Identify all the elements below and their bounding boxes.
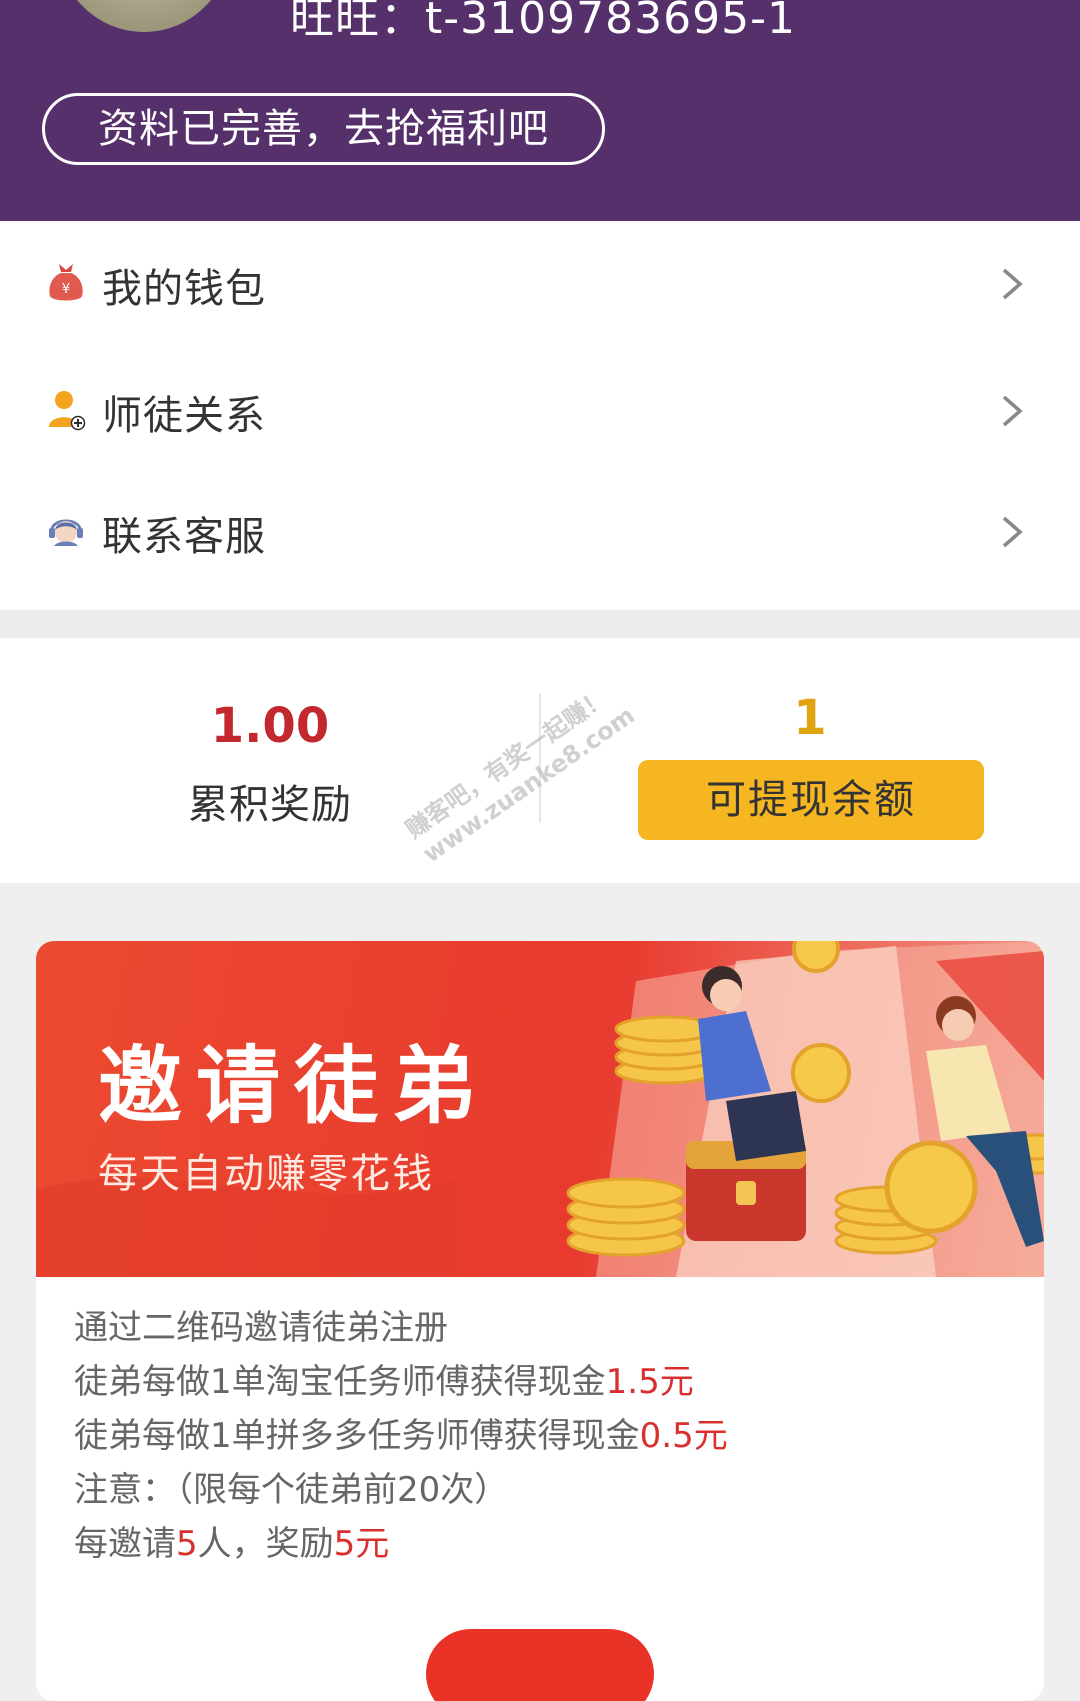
- rule-text: 每邀请: [74, 1524, 176, 1564]
- rule-line: 徒弟每做1单拼多多任务师傅获得现金0.5元: [74, 1409, 1014, 1463]
- accumulated-reward-label: 累积奖励: [188, 782, 352, 828]
- menu-label-service: 联系客服: [102, 514, 266, 560]
- rule-highlight: 0.5元: [639, 1416, 728, 1456]
- avatar[interactable]: [58, 0, 230, 32]
- rule-highlight: 1.5元: [605, 1362, 694, 1402]
- rule-text: 徒弟每做1单淘宝任务师傅获得现金: [74, 1362, 606, 1402]
- rule-text: 注意：（限每个徒弟前20次）: [74, 1470, 509, 1510]
- menu-label-wallet: 我的钱包: [102, 266, 266, 312]
- rule-line: 每邀请5人，奖励5元: [74, 1517, 1014, 1571]
- withdrawable-balance-value: 1: [793, 690, 827, 746]
- invite-title: 邀请徒弟: [98, 1037, 491, 1135]
- customer-service-icon: [49, 519, 83, 546]
- rule-line: 通过二维码邀请徒弟注册: [74, 1301, 1014, 1355]
- menu-item-service[interactable]: 联系客服: [0, 476, 1080, 586]
- chevron-right-icon: [1002, 516, 1023, 548]
- invite-banner[interactable]: 邀请徒弟 每天自动赚零花钱: [36, 941, 1044, 1277]
- rule-highlight: 5元: [333, 1524, 390, 1564]
- invite-rules: 通过二维码邀请徒弟注册 徒弟每做1单淘宝任务师傅获得现金1.5元 徒弟每做1单拼…: [74, 1301, 1014, 1571]
- svg-text:¥: ¥: [62, 282, 70, 297]
- invite-subtitle: 每天自动赚零花钱: [98, 1151, 434, 1197]
- menu-list: ¥ 我的钱包 师徒关系 联系客服: [0, 221, 1080, 610]
- profile-header: 旺旺：t-3109783695-1 资料已完善，去抢福利吧: [0, 0, 1080, 221]
- chevron-right-icon: [1002, 268, 1023, 300]
- rule-highlight: 5: [176, 1524, 198, 1564]
- money-bag-icon: ¥: [49, 264, 83, 301]
- invite-card: 邀请徒弟 每天自动赚零花钱 通过二维码邀请徒弟注册 徒弟每做1单淘宝任务师傅获得…: [36, 941, 1044, 1701]
- rule-line: 注意：（限每个徒弟前20次）: [74, 1463, 1014, 1517]
- withdraw-button[interactable]: 可提现余额: [638, 760, 984, 840]
- rule-text: 人，奖励: [197, 1524, 334, 1564]
- menu-item-mentor[interactable]: 师徒关系: [0, 355, 1080, 465]
- profile-complete-button[interactable]: 资料已完善，去抢福利吧: [42, 93, 605, 165]
- rule-text: 徒弟每做1单拼多多任务师傅获得现金: [74, 1416, 640, 1456]
- stats-panel: 1.00 累积奖励 1 可提现余额: [0, 638, 1080, 883]
- accumulated-reward-value: 1.00: [210, 698, 330, 754]
- person-add-icon: [49, 391, 86, 431]
- menu-item-wallet[interactable]: ¥ 我的钱包: [0, 228, 1080, 338]
- wangwang-id: 旺旺：t-3109783695-1: [290, 0, 796, 44]
- section-divider: [0, 610, 1080, 638]
- rule-line: 徒弟每做1单淘宝任务师傅获得现金1.5元: [74, 1355, 1014, 1409]
- rule-text: 通过二维码邀请徒弟注册: [74, 1308, 448, 1348]
- chevron-right-icon: [1002, 395, 1023, 427]
- invite-action-button[interactable]: [426, 1629, 654, 1701]
- menu-label-mentor: 师徒关系: [102, 393, 266, 439]
